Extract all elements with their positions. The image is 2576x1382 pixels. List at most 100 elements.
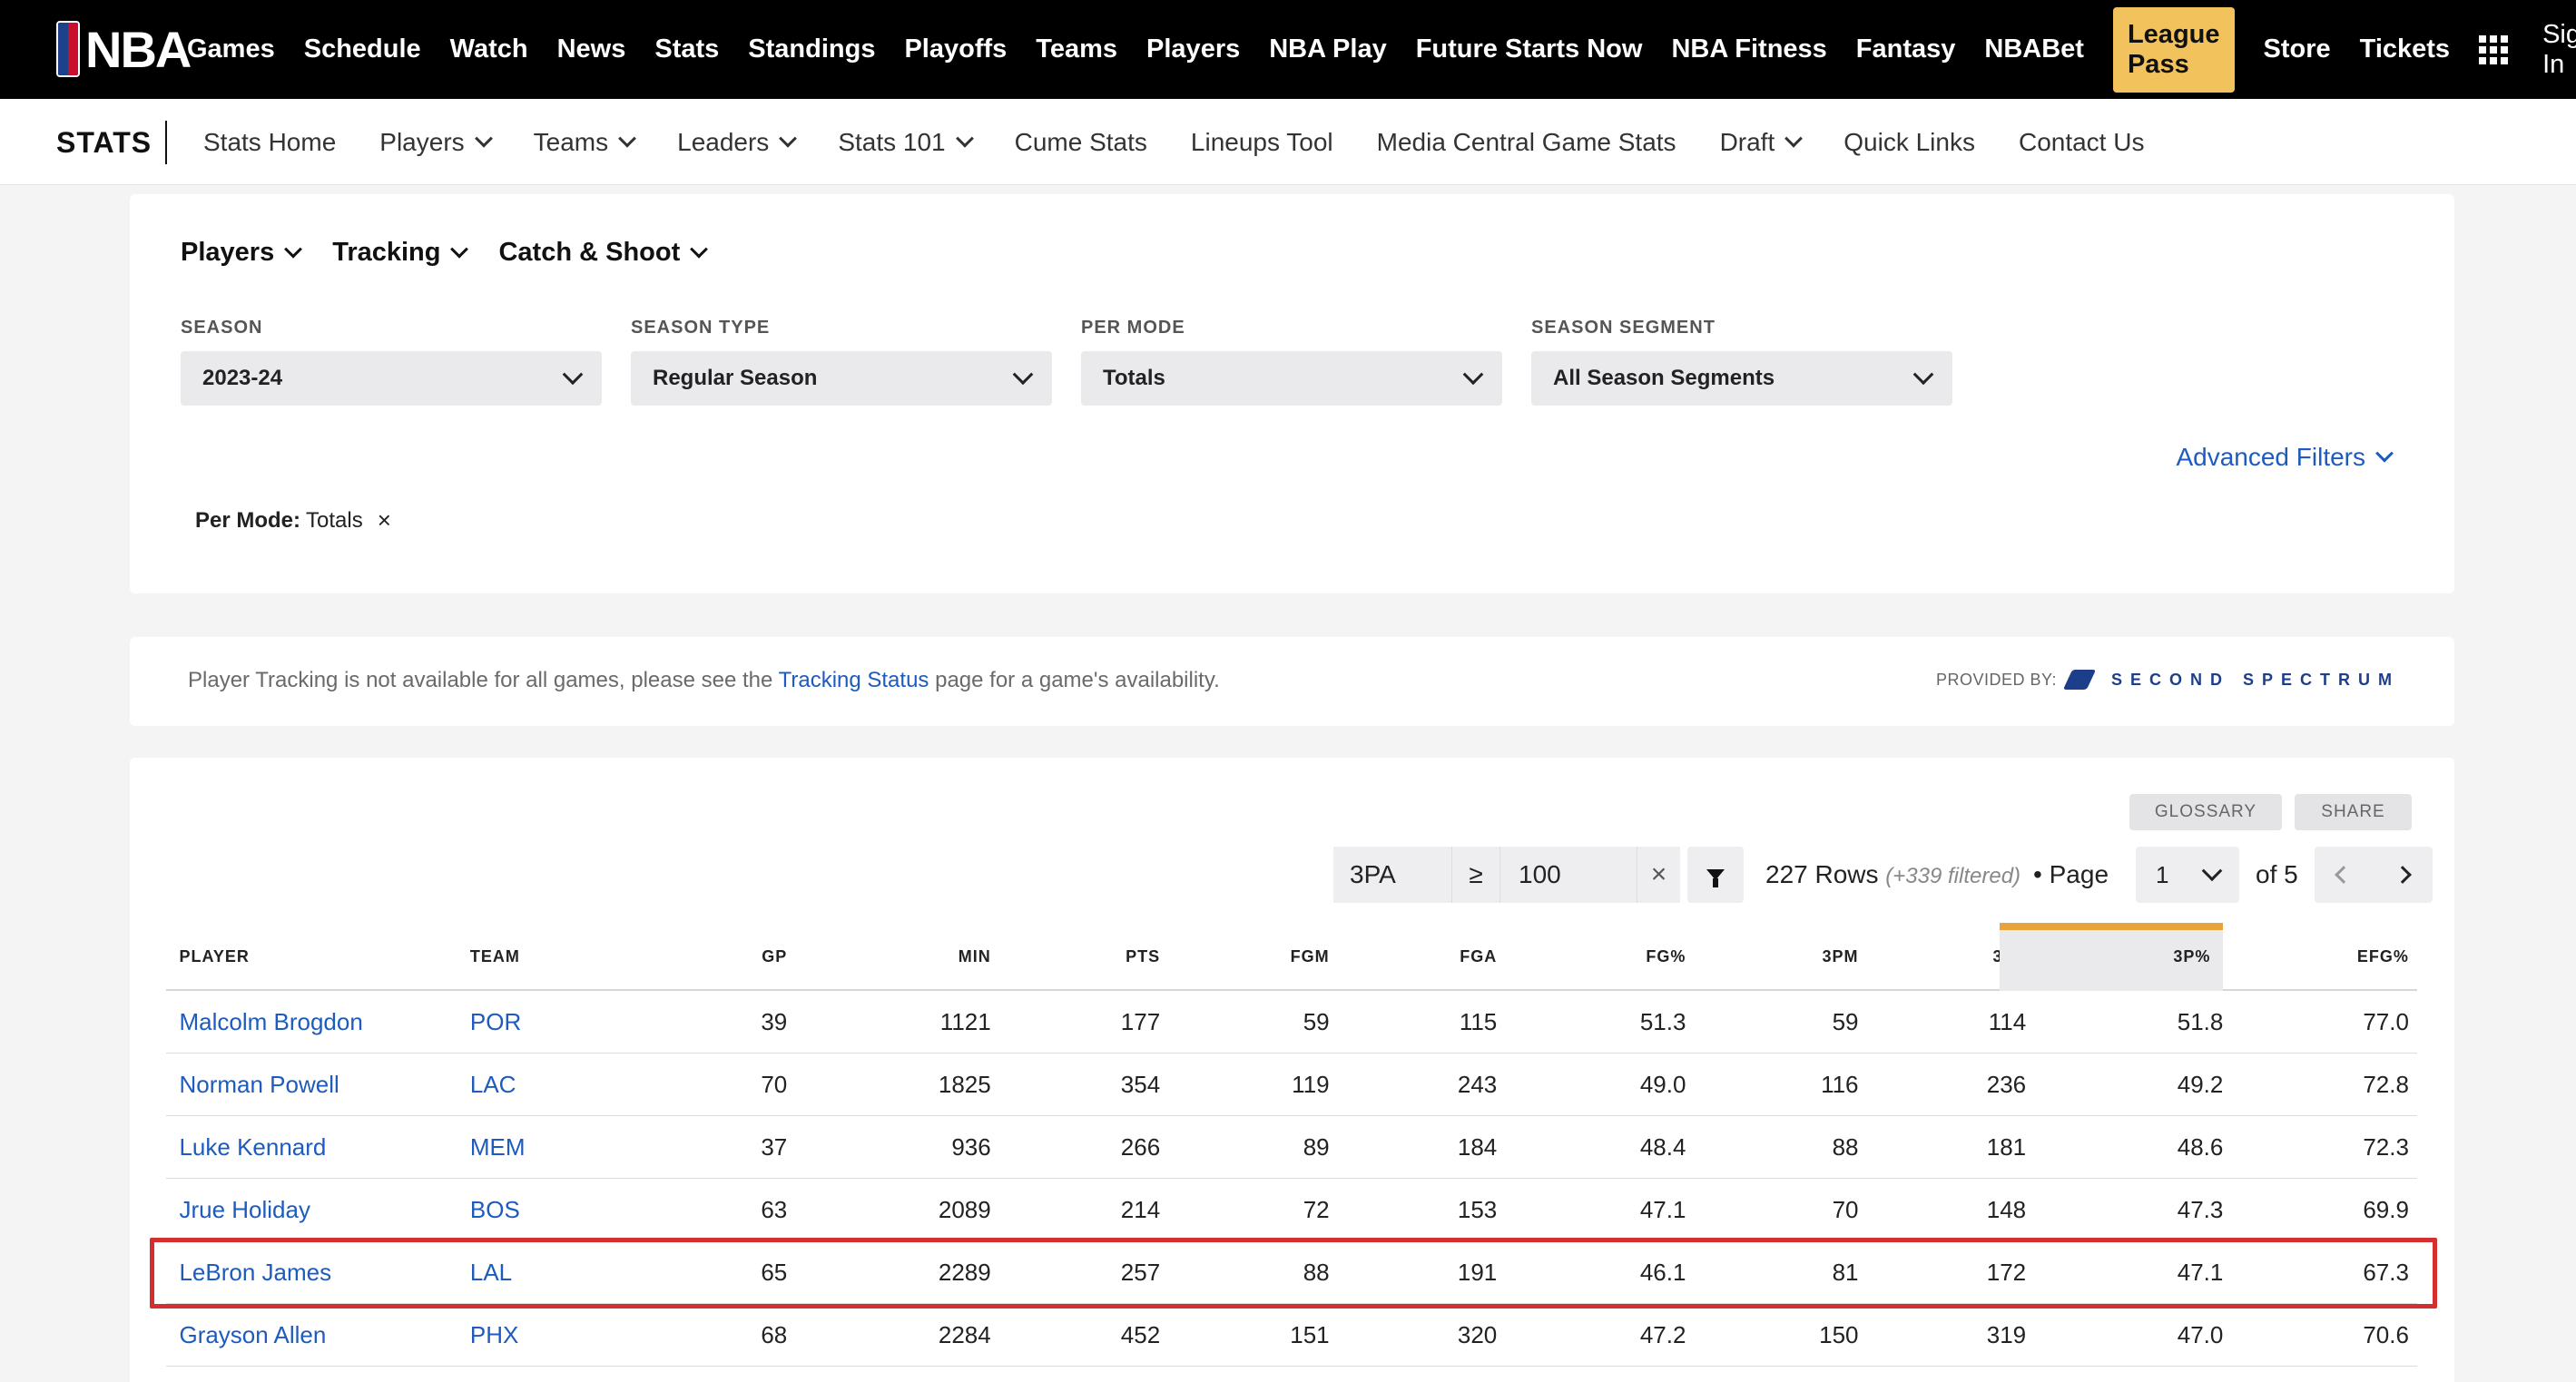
- column-header-pts[interactable]: PTS: [996, 923, 1160, 991]
- subnav-item-stats-101[interactable]: Stats 101: [838, 128, 974, 157]
- chevron-down-icon: [1462, 364, 1484, 386]
- share-button[interactable]: SHARE: [2295, 794, 2412, 830]
- cell-fg: 47.1: [1639, 1196, 1686, 1223]
- column-header-min[interactable]: MIN: [791, 923, 991, 991]
- clear-filter-icon[interactable]: ×: [1637, 847, 1680, 903]
- team-link[interactable]: LAL: [470, 1241, 651, 1304]
- crumb-label: Tracking: [332, 238, 441, 267]
- crumb-tracking[interactable]: Tracking: [332, 238, 469, 268]
- rows-filtered: (+339 filtered): [1885, 864, 2021, 888]
- subnav-divider: [165, 121, 167, 164]
- apps-grid-icon[interactable]: [2479, 34, 2509, 64]
- cell-min: 2289: [938, 1259, 991, 1286]
- nav-item-news[interactable]: News: [557, 34, 626, 64]
- table-controls: 3PA ≥ 100 × 227 Rows (+339 filtered) • P…: [1333, 847, 2433, 903]
- column-header-player[interactable]: PLAYER: [179, 923, 458, 991]
- cell-fgm: 89: [1303, 1133, 1330, 1161]
- cell-fga: 243: [1457, 1071, 1498, 1098]
- subnav-item-teams[interactable]: Teams: [534, 128, 637, 157]
- cell-fga: 191: [1457, 1259, 1498, 1286]
- season-segment-filter: SEASON SEGMENT All Season Segments: [1531, 318, 1952, 406]
- chevron-down-icon: [955, 129, 974, 148]
- subnav-item-label: Lineups Tool: [1190, 127, 1333, 156]
- subnav-item-cume-stats[interactable]: Cume Stats: [1015, 128, 1147, 157]
- column-header-3p[interactable]: 3P%: [2000, 923, 2224, 991]
- filter-operator-select[interactable]: ≥: [1451, 847, 1500, 903]
- column-header-fgm[interactable]: FGM: [1165, 923, 1330, 991]
- season-type-select[interactable]: Regular Season: [631, 351, 1052, 406]
- player-name-link[interactable]: Luke Kennard: [179, 1116, 458, 1179]
- subnav-item-leaders[interactable]: Leaders: [677, 128, 798, 157]
- column-header-gp[interactable]: GP: [659, 923, 787, 991]
- season-label: SEASON: [181, 318, 263, 338]
- nav-item-stats[interactable]: Stats: [654, 34, 719, 64]
- crumb-players[interactable]: Players: [181, 238, 303, 268]
- league-pass-button[interactable]: League Pass: [2112, 6, 2235, 93]
- tracking-status-link[interactable]: Tracking Status: [779, 668, 929, 692]
- team-link[interactable]: POR: [470, 991, 651, 1054]
- nav-item-store[interactable]: Store: [2264, 34, 2331, 64]
- page-select[interactable]: 1: [2136, 847, 2240, 903]
- nav-item-tickets[interactable]: Tickets: [2360, 34, 2450, 64]
- nba-logo[interactable]: NBA: [56, 20, 192, 78]
- column-header-team[interactable]: TEAM: [470, 923, 651, 991]
- nav-item-players[interactable]: Players: [1146, 34, 1240, 64]
- subnav-item-contact-us[interactable]: Contact Us: [2019, 128, 2145, 157]
- total-pages: of 5: [2256, 860, 2298, 888]
- nav-item-fantasy[interactable]: Fantasy: [1856, 34, 1956, 64]
- nav-item-teams[interactable]: Teams: [1036, 34, 1117, 64]
- column-header-3pm[interactable]: 3PM: [1691, 923, 1859, 991]
- glossary-button[interactable]: GLOSSARY: [2129, 794, 2282, 830]
- column-header-fg[interactable]: FG%: [1500, 923, 1686, 991]
- filter-field-select[interactable]: 3PA: [1333, 847, 1451, 903]
- season-segment-select[interactable]: All Season Segments: [1531, 351, 1952, 406]
- player-name-link[interactable]: Grayson Allen: [179, 1304, 458, 1367]
- subnav-item-quick-links[interactable]: Quick Links: [1844, 128, 1975, 157]
- subnav-item-lineups-tool[interactable]: Lineups Tool: [1191, 128, 1333, 157]
- subnav-item-players[interactable]: Players: [379, 128, 493, 157]
- chevron-down-icon: [562, 364, 584, 386]
- nav-item-games[interactable]: Games: [187, 34, 275, 64]
- subnav-item-draft[interactable]: Draft: [1720, 128, 1804, 157]
- previous-page-icon[interactable]: [2335, 866, 2354, 884]
- team-link[interactable]: BOS: [470, 1179, 651, 1241]
- crumb-catch-shoot[interactable]: Catch & Shoot: [498, 238, 709, 268]
- filter-button[interactable]: [1687, 847, 1744, 903]
- nav-item-schedule[interactable]: Schedule: [304, 34, 421, 64]
- cell-efg: 77.0: [2363, 1008, 2409, 1035]
- filter-breadcrumb: Players Tracking Catch & Shoot: [181, 238, 738, 268]
- player-name-link[interactable]: Jrue Holiday: [179, 1179, 458, 1241]
- subnav-item-media-central-game-stats[interactable]: Media Central Game Stats: [1377, 128, 1676, 157]
- player-name-link[interactable]: Malcolm Brogdon: [179, 991, 458, 1054]
- team-link[interactable]: MEM: [470, 1116, 651, 1179]
- player-name-link[interactable]: Norman Powell: [179, 1054, 458, 1116]
- chip-value: Totals: [306, 507, 363, 533]
- nav-item-future-starts-now[interactable]: Future Starts Now: [1416, 34, 1643, 64]
- column-header-efg[interactable]: EFG%: [2228, 923, 2409, 991]
- nav-item-playoffs[interactable]: Playoffs: [904, 34, 1007, 64]
- sign-in-link[interactable]: Sign In: [2542, 20, 2576, 80]
- nav-item-nba-fitness[interactable]: NBA Fitness: [1671, 34, 1826, 64]
- cell-3pa: 114: [1988, 1008, 2027, 1035]
- subnav-item-stats-home[interactable]: Stats Home: [203, 128, 336, 157]
- season-filter: SEASON 2023-24: [181, 318, 602, 406]
- cell-gp: 68: [761, 1321, 788, 1348]
- table-row: LeBron James LAL 65 2289 257 88 191 46.1 81 172 47…: [166, 1241, 2417, 1304]
- nav-item-nbabet[interactable]: NBABet: [1984, 34, 2084, 64]
- stats-brand[interactable]: STATS: [56, 126, 152, 160]
- cell-fg: 48.4: [1639, 1133, 1686, 1161]
- next-page-icon[interactable]: [2394, 866, 2413, 884]
- player-name-link[interactable]: LeBron James: [179, 1241, 458, 1304]
- filter-value-input[interactable]: 100: [1500, 847, 1637, 903]
- team-link[interactable]: PHX: [470, 1304, 651, 1367]
- per-mode-select[interactable]: Totals: [1081, 351, 1502, 406]
- nav-item-watch[interactable]: Watch: [450, 34, 528, 64]
- team-link[interactable]: LAC: [470, 1054, 651, 1116]
- season-segment-label: SEASON SEGMENT: [1531, 318, 1716, 338]
- column-header-fga[interactable]: FGA: [1336, 923, 1497, 991]
- nav-item-standings[interactable]: Standings: [748, 34, 875, 64]
- season-select[interactable]: 2023-24: [181, 351, 602, 406]
- nav-item-nba-play[interactable]: NBA Play: [1269, 34, 1386, 64]
- advanced-filters-toggle[interactable]: Advanced Filters: [2176, 443, 2394, 472]
- remove-filter-icon[interactable]: ×: [378, 506, 391, 534]
